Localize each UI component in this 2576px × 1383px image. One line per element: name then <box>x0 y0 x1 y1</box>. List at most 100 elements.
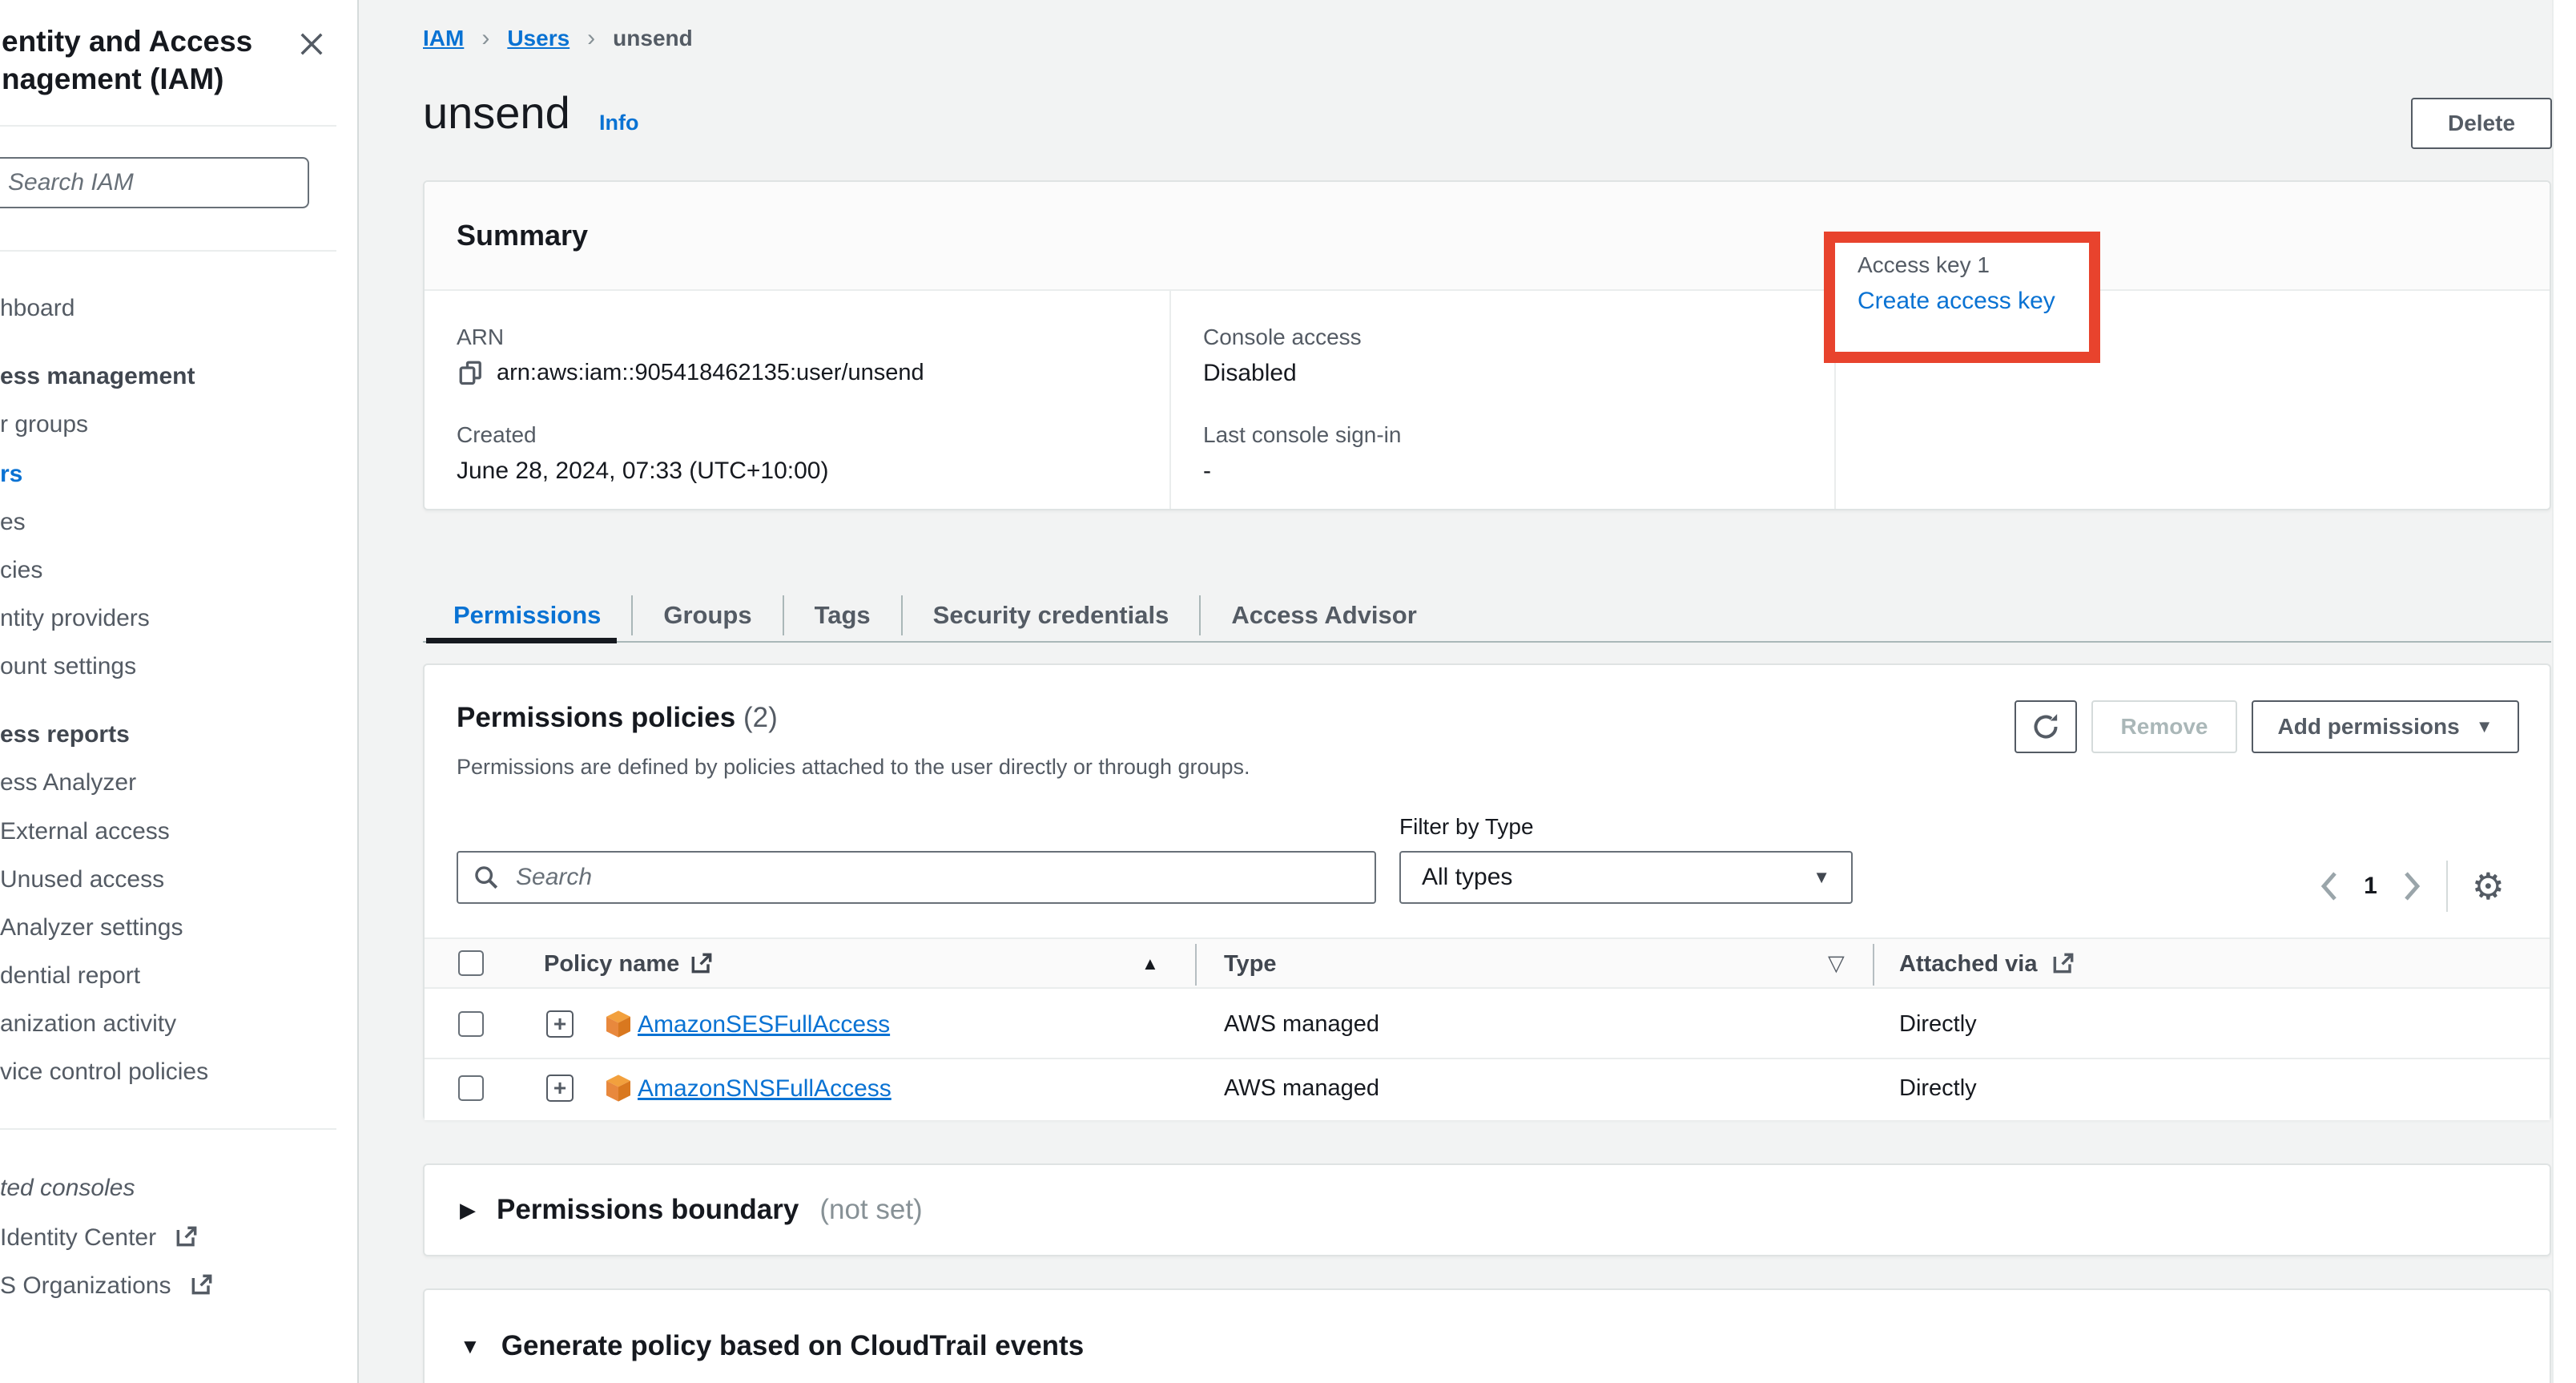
expand-down-icon[interactable]: ▼ <box>460 1334 481 1359</box>
access-key-highlight-box: Access key 1 Create access key <box>1824 232 2100 363</box>
sidebar-item-aws-organizations[interactable]: S Organizations <box>0 1268 215 1304</box>
sidebar-item-analyzer-settings[interactable]: Analyzer settings <box>0 910 183 946</box>
external-link-icon <box>189 1272 215 1297</box>
cloudtrail-policy-header[interactable]: ▼ Generate policy based on CloudTrail ev… <box>425 1290 2550 1383</box>
summary-col-arn: ARN arn:aws:iam::905418462135:user/unsen… <box>425 291 1169 509</box>
sidebar-item-service-control-policies[interactable]: vice control policies <box>0 1054 208 1090</box>
close-icon[interactable] <box>295 27 328 61</box>
sidebar-item-identity-providers[interactable]: ntity providers <box>0 601 150 636</box>
console-access-label: Console access <box>1203 325 1834 350</box>
sidebar-section-access-reports: ess reports <box>0 717 130 752</box>
main-content: IAM › Users › unsend unsend Info Delete … <box>359 0 2576 1383</box>
sidebar-section-access-management: ess management <box>0 359 195 394</box>
sidebar-item-access-analyzer[interactable]: ess Analyzer <box>0 765 136 800</box>
breadcrumb-separator: › <box>481 25 489 52</box>
sidebar-title-line2: nagement (IAM) <box>2 60 252 98</box>
filter-by-type-label: Filter by Type <box>1399 814 1534 840</box>
scrollbar-track[interactable] <box>2552 0 2576 1383</box>
column-divider[interactable] <box>1873 944 1874 986</box>
iam-user-detail-page: entity and Access nagement (IAM) hboard … <box>0 0 2576 1383</box>
refresh-icon <box>2030 711 2062 743</box>
tab-permissions[interactable]: Permissions <box>423 590 631 641</box>
policy-link[interactable]: AmazonSNSFullAccess <box>638 1075 892 1103</box>
arn-value-row: arn:aws:iam::905418462135:user/unsend <box>457 358 1169 387</box>
sidebar-item-unused-access[interactable]: Unused access <box>0 862 164 897</box>
create-access-key-link[interactable]: Create access key <box>1858 288 2089 315</box>
add-permissions-button[interactable]: Add permissions ▼ <box>2252 700 2519 753</box>
sidebar-title: entity and Access nagement (IAM) <box>2 22 252 98</box>
chevron-right-icon[interactable] <box>2401 870 2422 902</box>
expand-row-icon[interactable]: + <box>546 1075 574 1102</box>
tab-access-advisor[interactable]: Access Advisor <box>1201 590 1447 641</box>
sidebar-item-identity-center[interactable]: Identity Center <box>0 1220 199 1256</box>
permissions-boundary-title: Permissions boundary <box>497 1194 799 1226</box>
policy-row-ses: + AmazonSESFullAccess AWS managed Direct… <box>425 990 2550 1059</box>
breadcrumb-users[interactable]: Users <box>507 26 570 51</box>
external-link-icon <box>174 1224 199 1249</box>
remove-button[interactable]: Remove <box>2091 700 2237 753</box>
policy-link[interactable]: AmazonSESFullAccess <box>638 1011 890 1038</box>
sidebar-item-credential-report[interactable]: dential report <box>0 958 140 994</box>
row-checkbox[interactable] <box>458 1075 484 1101</box>
info-link[interactable]: Info <box>599 111 638 135</box>
sidebar-divider <box>0 250 336 252</box>
cloudtrail-policy-title: Generate policy based on CloudTrail even… <box>501 1330 1084 1362</box>
sidebar-search-input[interactable] <box>0 157 309 208</box>
sidebar-item-account-settings[interactable]: ount settings <box>0 649 136 684</box>
policies-table-header: Policy name ▲ Type ▽ Attached via <box>425 937 2550 989</box>
tabs-baseline <box>423 641 2551 643</box>
tab-tags[interactable]: Tags <box>784 590 901 641</box>
policy-search-input[interactable] <box>457 851 1376 904</box>
last-signin-value: - <box>1203 458 1834 485</box>
sidebar-item-roles[interactable]: es <box>0 505 26 540</box>
expand-right-icon[interactable]: ▶ <box>460 1198 476 1223</box>
refresh-button[interactable] <box>2015 700 2077 753</box>
sidebar-item-external-access[interactable]: External access <box>0 814 170 849</box>
column-attached-via[interactable]: Attached via <box>1899 951 2037 978</box>
policy-attached-via: Directly <box>1899 1075 1977 1102</box>
delete-button[interactable]: Delete <box>2411 98 2552 149</box>
add-permissions-label: Add permissions <box>2278 714 2460 740</box>
column-type[interactable]: Type <box>1224 951 1277 978</box>
policy-type: AWS managed <box>1224 1075 1379 1102</box>
tab-bar: Permissions Groups Tags Security credent… <box>423 590 1447 641</box>
column-divider[interactable] <box>1195 944 1197 986</box>
page-number[interactable]: 1 <box>2364 873 2377 900</box>
type-filter-value: All types <box>1422 864 1512 891</box>
permissions-boundary-header[interactable]: ▶ Permissions boundary (not set) <box>425 1165 2550 1255</box>
permissions-policies-description: Permissions are defined by policies atta… <box>457 755 1250 780</box>
expand-row-icon[interactable]: + <box>546 1010 574 1038</box>
pagination-divider <box>2446 861 2448 912</box>
external-link-icon <box>689 950 714 976</box>
cloudtrail-policy-card: ▼ Generate policy based on CloudTrail ev… <box>423 1288 2551 1383</box>
permissions-policies-title: Permissions policies (2) <box>457 702 778 734</box>
tab-security-credentials[interactable]: Security credentials <box>903 590 1200 641</box>
sidebar-item-dashboard[interactable]: hboard <box>0 291 74 326</box>
sidebar-item-users[interactable]: rs <box>0 457 22 492</box>
policy-search <box>457 851 1376 904</box>
permissions-policies-card: Permissions policies (2) Permissions are… <box>423 663 2551 1120</box>
select-all-checkbox[interactable] <box>458 950 484 976</box>
sidebar-item-policies[interactable]: cies <box>0 553 42 588</box>
summary-card-header: Summary <box>425 182 2550 291</box>
page-title: unsend <box>423 87 570 139</box>
managed-policy-icon <box>602 1008 634 1040</box>
policies-actions: Remove Add permissions ▼ <box>2015 700 2519 753</box>
summary-col-console: Console access Disabled Last console sig… <box>1169 291 1834 509</box>
policy-row-sns: + AmazonSNSFullAccess AWS managed Direct… <box>425 1059 2550 1120</box>
sidebar-item-organization-activity[interactable]: anization activity <box>0 1006 176 1042</box>
row-checkbox[interactable] <box>458 1011 484 1037</box>
sort-ascending-icon[interactable]: ▲ <box>1141 954 1159 974</box>
permissions-policies-count: (2) <box>743 702 778 733</box>
column-policy-name[interactable]: Policy name <box>544 951 679 978</box>
active-tab-underline <box>426 638 617 643</box>
chevron-left-icon[interactable] <box>2319 870 2340 902</box>
sidebar-item-user-groups[interactable]: r groups <box>0 407 88 442</box>
copy-icon[interactable] <box>457 358 485 387</box>
breadcrumb-iam[interactable]: IAM <box>423 26 464 51</box>
sidebar-heading-related-consoles: ted consoles <box>0 1171 135 1206</box>
type-filter-select[interactable]: All types ▼ <box>1399 851 1853 904</box>
filter-caret-icon[interactable]: ▽ <box>1828 951 1845 976</box>
gear-icon[interactable]: ⚙ <box>2472 868 2505 905</box>
tab-groups[interactable]: Groups <box>633 590 782 641</box>
